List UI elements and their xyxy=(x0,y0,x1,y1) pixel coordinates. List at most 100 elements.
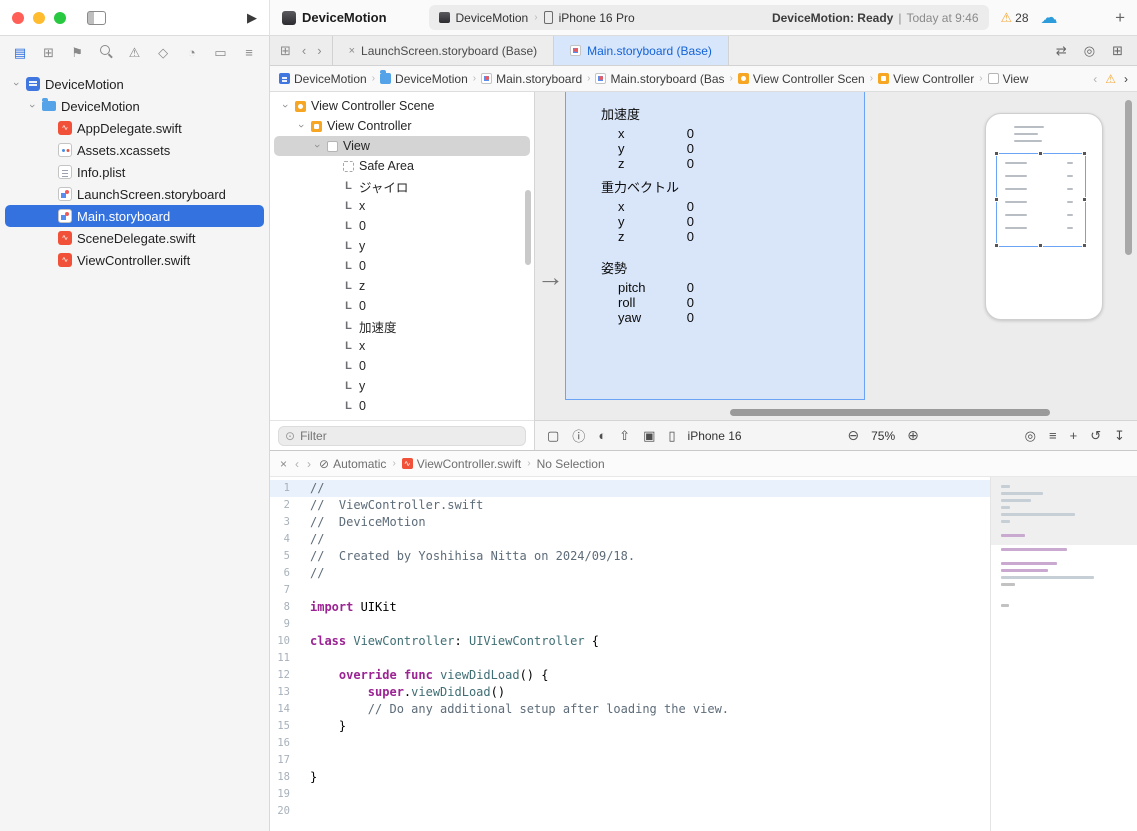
outline-row[interactable]: Ly xyxy=(274,376,530,396)
tab-active[interactable]: Main.storyboard (Base) xyxy=(554,36,729,65)
jumpbar-item[interactable]: Main.storyboard xyxy=(481,72,582,86)
update-frames-icon[interactable]: ◎ xyxy=(1025,428,1036,444)
disclosure-icon[interactable]: › xyxy=(27,101,37,111)
scheme-menu[interactable]: DeviceMotion xyxy=(456,11,529,25)
cloud-status-icon[interactable]: ☁ xyxy=(1041,8,1058,28)
storyboard-label[interactable]: 0 xyxy=(672,126,694,141)
project-navigator-icon[interactable]: ▤ xyxy=(10,45,30,61)
add-editor-icon[interactable]: ⊞ xyxy=(1112,43,1123,59)
storyboard-label[interactable]: x xyxy=(618,126,625,141)
file-row[interactable]: Assets.xcassets xyxy=(5,139,264,161)
outline-row[interactable]: Safe Area xyxy=(274,156,530,176)
selection-handle[interactable] xyxy=(1082,151,1087,156)
outline-row[interactable]: L0 xyxy=(274,396,530,416)
code-line[interactable]: 14 // Do any additional setup after load… xyxy=(270,701,990,718)
storyboard-canvas[interactable]: → 加速度x0y0z0重力ベクトルx0y0z0姿勢pitch0roll0yaw0 xyxy=(535,92,1137,420)
jumpbar-item[interactable]: View xyxy=(988,72,1029,86)
outline-row[interactable]: Lジャイロ xyxy=(274,176,530,196)
outline-row[interactable]: L0 xyxy=(274,216,530,236)
code-line[interactable]: 1// xyxy=(270,480,990,497)
source-back-icon[interactable]: ‹ xyxy=(295,457,299,471)
run-button[interactable]: ▶ xyxy=(247,10,257,26)
outline-row[interactable]: Ly xyxy=(274,236,530,256)
storyboard-label[interactable]: y xyxy=(618,214,625,229)
device-bezels-icon[interactable]: ▢ xyxy=(547,428,559,444)
jumpbar-item[interactable]: No Selection xyxy=(537,457,605,471)
minimize-window-button[interactable] xyxy=(33,12,45,24)
adaptation-icon[interactable]: ▣ xyxy=(643,428,655,444)
find-navigator-icon[interactable] xyxy=(96,44,116,61)
storyboard-view[interactable]: 加速度x0y0z0重力ベクトルx0y0z0姿勢pitch0roll0yaw0 xyxy=(565,92,865,400)
selection-handle[interactable] xyxy=(1038,243,1043,248)
zoom-level[interactable]: 75% xyxy=(871,429,895,443)
outline-row[interactable]: L加速度 xyxy=(274,316,530,336)
storyboard-label[interactable]: z xyxy=(618,156,625,171)
outline-row[interactable]: L0 xyxy=(274,256,530,276)
code-line[interactable]: 19 xyxy=(270,786,990,803)
storyboard-label[interactable]: z xyxy=(618,229,625,244)
code-line[interactable]: 15 } xyxy=(270,718,990,735)
outline-row[interactable]: Lz xyxy=(274,276,530,296)
breakpoints-navigator-icon[interactable]: ▭ xyxy=(210,45,230,61)
selection-handle[interactable] xyxy=(1038,151,1043,156)
issue-warning-icon[interactable]: ⚠ xyxy=(1105,72,1116,86)
storyboard-label[interactable]: 加速度 xyxy=(601,104,640,123)
storyboard-label[interactable]: 0 xyxy=(672,280,694,295)
jumpbar-item[interactable]: DeviceMotion xyxy=(279,72,367,86)
code-line[interactable]: 12 override func viewDidLoad() { xyxy=(270,667,990,684)
selection-handle[interactable] xyxy=(1082,197,1087,202)
go-forward-icon[interactable]: › xyxy=(317,43,321,58)
outline-row[interactable]: ›View Controller xyxy=(274,116,530,136)
storyboard-label[interactable]: 0 xyxy=(672,199,694,214)
file-row[interactable]: Main.storyboard xyxy=(5,205,264,227)
code-line[interactable]: 20 xyxy=(270,803,990,820)
resolve-autolayout-icon[interactable]: ↺ xyxy=(1090,428,1101,444)
storyboard-label[interactable]: x xyxy=(618,199,625,214)
appearance-icon[interactable]: ◐ xyxy=(598,428,606,443)
device-menu[interactable]: iPhone 16 xyxy=(688,429,742,443)
jumpbar-item[interactable]: View Controller Scen xyxy=(738,72,865,86)
jumpbar-item[interactable]: Main.storyboard (Bas xyxy=(595,72,724,86)
code-line[interactable]: 3// DeviceMotion xyxy=(270,514,990,531)
reports-navigator-icon[interactable]: ≡ xyxy=(239,45,259,60)
selection-handle[interactable] xyxy=(994,151,999,156)
close-tab-icon[interactable]: × xyxy=(349,45,355,57)
selection-handle[interactable] xyxy=(994,243,999,248)
storyboard-label[interactable]: 0 xyxy=(672,310,694,325)
filter-field[interactable]: ⊙ xyxy=(278,426,526,446)
library-add-button[interactable]: + xyxy=(1115,8,1125,28)
code-line[interactable]: 7 xyxy=(270,582,990,599)
go-back-icon[interactable]: ‹ xyxy=(302,43,306,58)
zoom-in-icon[interactable]: ⊕ xyxy=(907,427,919,444)
source-control-navigator-icon[interactable]: ⊞ xyxy=(39,45,59,61)
editor-options-icon[interactable]: ◎ xyxy=(1084,43,1095,59)
selection-handle[interactable] xyxy=(1082,243,1087,248)
storyboard-label[interactable]: roll xyxy=(618,295,635,310)
issues-badge[interactable]: ⚠ 28 xyxy=(1001,10,1029,26)
close-window-button[interactable] xyxy=(12,12,24,24)
orientation-icon[interactable]: ⇧ xyxy=(619,428,630,444)
tests-navigator-icon[interactable]: ◇ xyxy=(153,45,173,61)
disclosure-icon[interactable]: › xyxy=(312,141,322,151)
storyboard-label[interactable]: 0 xyxy=(672,229,694,244)
review-changes-icon[interactable]: ⇄ xyxy=(1056,43,1067,59)
variants-icon[interactable]: ⓘ xyxy=(572,426,585,445)
selection-handle[interactable] xyxy=(994,197,999,202)
storyboard-label[interactable]: 姿勢 xyxy=(601,258,627,277)
outline-row[interactable]: L0 xyxy=(274,356,530,376)
jumpbar-item[interactable]: ⊘Automatic xyxy=(319,457,386,471)
issue-forward-icon[interactable]: › xyxy=(1124,72,1128,86)
canvas-vertical-scrollbar[interactable] xyxy=(1125,100,1132,255)
tab[interactable]: ×LaunchScreen.storyboard (Base) xyxy=(332,36,555,65)
file-row[interactable]: ›DeviceMotion xyxy=(5,73,264,95)
bookmarks-navigator-icon[interactable]: ⚑ xyxy=(67,45,87,61)
code-line[interactable]: 2// ViewController.swift xyxy=(270,497,990,514)
code-line[interactable]: 10class ViewController: UIViewController… xyxy=(270,633,990,650)
code-line[interactable]: 18} xyxy=(270,769,990,786)
outline-row[interactable]: ›View xyxy=(274,136,530,156)
align-icon[interactable]: ≡ xyxy=(1049,428,1057,443)
tab-overview-icon[interactable]: ⊞ xyxy=(280,43,291,59)
jumpbar-item[interactable]: ViewController.swift xyxy=(402,457,521,471)
outline-row[interactable]: ›View Controller Scene xyxy=(274,96,530,116)
disclosure-icon[interactable]: › xyxy=(280,101,290,111)
